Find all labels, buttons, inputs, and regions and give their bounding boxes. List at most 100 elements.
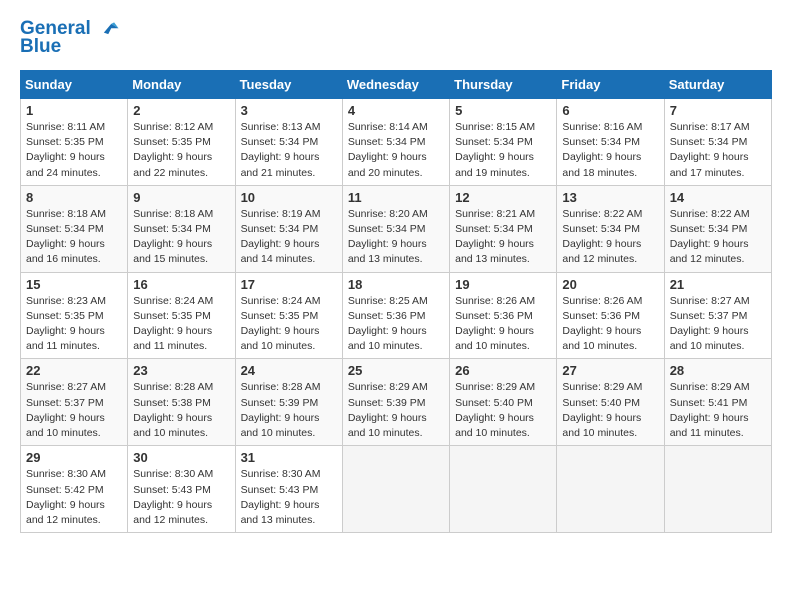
calendar-cell bbox=[557, 446, 664, 533]
day-number: 19 bbox=[455, 277, 551, 292]
day-info: Sunrise: 8:29 AMSunset: 5:41 PMDaylight:… bbox=[670, 380, 766, 441]
calendar-cell: 10 Sunrise: 8:19 AMSunset: 5:34 PMDayligh… bbox=[235, 185, 342, 272]
day-number: 20 bbox=[562, 277, 658, 292]
calendar-cell: 30 Sunrise: 8:30 AMSunset: 5:43 PMDayligh… bbox=[128, 446, 235, 533]
day-info: Sunrise: 8:15 AMSunset: 5:34 PMDaylight:… bbox=[455, 120, 551, 181]
day-info: Sunrise: 8:30 AMSunset: 5:43 PMDaylight:… bbox=[241, 467, 337, 528]
day-info: Sunrise: 8:28 AMSunset: 5:38 PMDaylight:… bbox=[133, 380, 229, 441]
calendar-cell bbox=[342, 446, 449, 533]
day-info: Sunrise: 8:29 AMSunset: 5:39 PMDaylight:… bbox=[348, 380, 444, 441]
calendar-cell: 19 Sunrise: 8:26 AMSunset: 5:36 PMDayligh… bbox=[450, 272, 557, 359]
col-header-sunday: Sunday bbox=[21, 70, 128, 98]
day-number: 4 bbox=[348, 103, 444, 118]
calendar-header-row: SundayMondayTuesdayWednesdayThursdayFrid… bbox=[21, 70, 772, 98]
day-info: Sunrise: 8:26 AMSunset: 5:36 PMDaylight:… bbox=[562, 294, 658, 355]
day-info: Sunrise: 8:11 AMSunset: 5:35 PMDaylight:… bbox=[26, 120, 122, 181]
calendar-week-row: 22 Sunrise: 8:27 AMSunset: 5:37 PMDayligh… bbox=[21, 359, 772, 446]
calendar-cell: 15Sunrise: 8:23 AMSunset: 5:35 PMDayligh… bbox=[21, 272, 128, 359]
day-info: Sunrise: 8:27 AMSunset: 5:37 PMDaylight:… bbox=[670, 294, 766, 355]
calendar-week-row: 29Sunrise: 8:30 AMSunset: 5:42 PMDayligh… bbox=[21, 446, 772, 533]
day-info: Sunrise: 8:24 AMSunset: 5:35 PMDaylight:… bbox=[133, 294, 229, 355]
calendar-cell: 2 Sunrise: 8:12 AMSunset: 5:35 PMDaylight… bbox=[128, 98, 235, 185]
calendar-cell: 5 Sunrise: 8:15 AMSunset: 5:34 PMDaylight… bbox=[450, 98, 557, 185]
calendar-cell: 14 Sunrise: 8:22 AMSunset: 5:34 PMDayligh… bbox=[664, 185, 771, 272]
day-number: 10 bbox=[241, 190, 337, 205]
calendar-cell: 29Sunrise: 8:30 AMSunset: 5:42 PMDayligh… bbox=[21, 446, 128, 533]
day-info: Sunrise: 8:29 AMSunset: 5:40 PMDaylight:… bbox=[455, 380, 551, 441]
day-number: 16 bbox=[133, 277, 229, 292]
day-number: 8 bbox=[26, 190, 122, 205]
calendar-cell: 7 Sunrise: 8:17 AMSunset: 5:34 PMDaylight… bbox=[664, 98, 771, 185]
day-info: Sunrise: 8:16 AMSunset: 5:34 PMDaylight:… bbox=[562, 120, 658, 181]
calendar-cell: 4Sunrise: 8:14 AMSunset: 5:34 PMDaylight… bbox=[342, 98, 449, 185]
day-info: Sunrise: 8:19 AMSunset: 5:34 PMDaylight:… bbox=[241, 207, 337, 268]
day-info: Sunrise: 8:24 AMSunset: 5:35 PMDaylight:… bbox=[241, 294, 337, 355]
calendar-table: SundayMondayTuesdayWednesdayThursdayFrid… bbox=[20, 70, 772, 533]
calendar-cell: 9Sunrise: 8:18 AMSunset: 5:34 PMDaylight… bbox=[128, 185, 235, 272]
calendar-cell: 21Sunrise: 8:27 AMSunset: 5:37 PMDayligh… bbox=[664, 272, 771, 359]
day-number: 31 bbox=[241, 450, 337, 465]
day-number: 28 bbox=[670, 363, 766, 378]
calendar-cell: 28 Sunrise: 8:29 AMSunset: 5:41 PMDayligh… bbox=[664, 359, 771, 446]
day-info: Sunrise: 8:28 AMSunset: 5:39 PMDaylight:… bbox=[241, 380, 337, 441]
calendar-cell: 22 Sunrise: 8:27 AMSunset: 5:37 PMDayligh… bbox=[21, 359, 128, 446]
calendar-cell: 25Sunrise: 8:29 AMSunset: 5:39 PMDayligh… bbox=[342, 359, 449, 446]
day-number: 17 bbox=[241, 277, 337, 292]
day-number: 7 bbox=[670, 103, 766, 118]
calendar-header: General Blue bbox=[20, 18, 772, 58]
day-info: Sunrise: 8:18 AMSunset: 5:34 PMDaylight:… bbox=[26, 207, 122, 268]
day-info: Sunrise: 8:23 AMSunset: 5:35 PMDaylight:… bbox=[26, 294, 122, 355]
day-number: 14 bbox=[670, 190, 766, 205]
day-info: Sunrise: 8:30 AMSunset: 5:43 PMDaylight:… bbox=[133, 467, 229, 528]
day-number: 26 bbox=[455, 363, 551, 378]
day-info: Sunrise: 8:17 AMSunset: 5:34 PMDaylight:… bbox=[670, 120, 766, 181]
day-info: Sunrise: 8:22 AMSunset: 5:34 PMDaylight:… bbox=[562, 207, 658, 268]
day-number: 29 bbox=[26, 450, 122, 465]
day-number: 22 bbox=[26, 363, 122, 378]
calendar-cell bbox=[664, 446, 771, 533]
calendar-week-row: 15Sunrise: 8:23 AMSunset: 5:35 PMDayligh… bbox=[21, 272, 772, 359]
day-number: 9 bbox=[133, 190, 229, 205]
day-info: Sunrise: 8:26 AMSunset: 5:36 PMDaylight:… bbox=[455, 294, 551, 355]
calendar-cell: 1 Sunrise: 8:11 AMSunset: 5:35 PMDaylight… bbox=[21, 98, 128, 185]
logo: General Blue bbox=[20, 18, 120, 58]
calendar-cell: 26 Sunrise: 8:29 AMSunset: 5:40 PMDayligh… bbox=[450, 359, 557, 446]
day-number: 12 bbox=[455, 190, 551, 205]
calendar-cell: 12 Sunrise: 8:21 AMSunset: 5:34 PMDayligh… bbox=[450, 185, 557, 272]
col-header-friday: Friday bbox=[557, 70, 664, 98]
col-header-wednesday: Wednesday bbox=[342, 70, 449, 98]
calendar-container: General Blue SundayMondayTuesdayWednesda… bbox=[0, 0, 792, 543]
day-info: Sunrise: 8:22 AMSunset: 5:34 PMDaylight:… bbox=[670, 207, 766, 268]
day-info: Sunrise: 8:29 AMSunset: 5:40 PMDaylight:… bbox=[562, 380, 658, 441]
calendar-cell: 23Sunrise: 8:28 AMSunset: 5:38 PMDayligh… bbox=[128, 359, 235, 446]
col-header-saturday: Saturday bbox=[664, 70, 771, 98]
day-number: 13 bbox=[562, 190, 658, 205]
calendar-cell: 13 Sunrise: 8:22 AMSunset: 5:34 PMDayligh… bbox=[557, 185, 664, 272]
day-info: Sunrise: 8:21 AMSunset: 5:34 PMDaylight:… bbox=[455, 207, 551, 268]
calendar-cell: 27Sunrise: 8:29 AMSunset: 5:40 PMDayligh… bbox=[557, 359, 664, 446]
day-info: Sunrise: 8:27 AMSunset: 5:37 PMDaylight:… bbox=[26, 380, 122, 441]
logo-bird-icon bbox=[98, 18, 120, 40]
day-number: 11 bbox=[348, 190, 444, 205]
calendar-week-row: 8 Sunrise: 8:18 AMSunset: 5:34 PMDaylight… bbox=[21, 185, 772, 272]
calendar-cell: 17 Sunrise: 8:24 AMSunset: 5:35 PMDayligh… bbox=[235, 272, 342, 359]
day-info: Sunrise: 8:12 AMSunset: 5:35 PMDaylight:… bbox=[133, 120, 229, 181]
calendar-cell: 11 Sunrise: 8:20 AMSunset: 5:34 PMDayligh… bbox=[342, 185, 449, 272]
day-number: 5 bbox=[455, 103, 551, 118]
day-number: 6 bbox=[562, 103, 658, 118]
day-info: Sunrise: 8:25 AMSunset: 5:36 PMDaylight:… bbox=[348, 294, 444, 355]
calendar-cell: 16 Sunrise: 8:24 AMSunset: 5:35 PMDayligh… bbox=[128, 272, 235, 359]
day-number: 30 bbox=[133, 450, 229, 465]
day-number: 2 bbox=[133, 103, 229, 118]
calendar-cell: 18 Sunrise: 8:25 AMSunset: 5:36 PMDayligh… bbox=[342, 272, 449, 359]
day-number: 18 bbox=[348, 277, 444, 292]
col-header-tuesday: Tuesday bbox=[235, 70, 342, 98]
day-info: Sunrise: 8:20 AMSunset: 5:34 PMDaylight:… bbox=[348, 207, 444, 268]
day-number: 1 bbox=[26, 103, 122, 118]
calendar-cell bbox=[450, 446, 557, 533]
calendar-cell: 6 Sunrise: 8:16 AMSunset: 5:34 PMDaylight… bbox=[557, 98, 664, 185]
calendar-week-row: 1 Sunrise: 8:11 AMSunset: 5:35 PMDaylight… bbox=[21, 98, 772, 185]
col-header-thursday: Thursday bbox=[450, 70, 557, 98]
calendar-cell: 8 Sunrise: 8:18 AMSunset: 5:34 PMDaylight… bbox=[21, 185, 128, 272]
day-info: Sunrise: 8:13 AMSunset: 5:34 PMDaylight:… bbox=[241, 120, 337, 181]
